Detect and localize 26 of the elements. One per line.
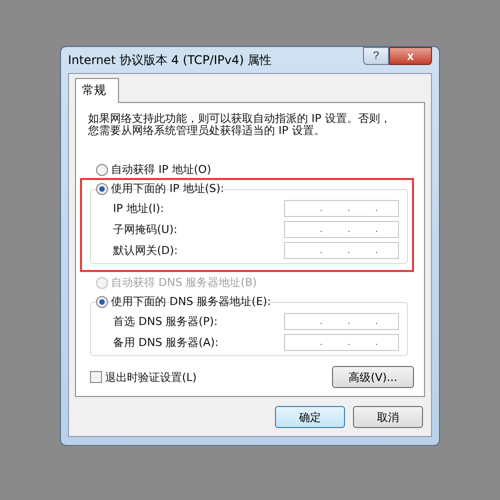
checkbox[interactable] bbox=[90, 371, 102, 383]
radio-button[interactable] bbox=[96, 182, 108, 194]
field-label: 子网掩码(U): bbox=[113, 222, 178, 237]
field-label: 默认网关(D): bbox=[113, 243, 178, 258]
help-button[interactable]: ? bbox=[363, 47, 389, 65]
advanced-button[interactable]: 高级(V)... bbox=[332, 366, 414, 388]
ip-address-field[interactable]: . . . bbox=[284, 221, 399, 238]
radio-label[interactable]: 自动获得 IP 地址(O) bbox=[111, 162, 212, 177]
field-label: 备用 DNS 服务器(A): bbox=[113, 335, 218, 350]
checkbox-label[interactable]: 退出时验证设置(L) bbox=[105, 370, 197, 384]
window-title: Internet 协议版本 4 (TCP/IPv4) 属性 bbox=[68, 52, 272, 68]
radio-label[interactable]: 使用下面的 DNS 服务器地址(E): bbox=[111, 294, 271, 309]
ip-address-field[interactable]: . . . bbox=[284, 334, 399, 351]
radio-button[interactable] bbox=[96, 164, 108, 176]
radio-label[interactable]: 使用下面的 IP 地址(S): bbox=[111, 181, 224, 196]
field-label: IP 地址(I): bbox=[113, 201, 164, 216]
ip-address-field[interactable]: . . . bbox=[284, 313, 399, 330]
field-label: 首选 DNS 服务器(P): bbox=[113, 314, 218, 329]
tab[interactable]: 常规 bbox=[75, 78, 119, 103]
dialog-button[interactable]: 取消 bbox=[353, 406, 423, 428]
radio-button[interactable] bbox=[96, 296, 108, 308]
dialog-button[interactable]: 确定 bbox=[275, 406, 345, 428]
description-text: 如果网络支持此功能，则可以获取自动指派的 IP 设置。否则，您需要从网络系统管理员处获得适当的 IP 设置。 bbox=[88, 113, 392, 137]
ip-address-field[interactable]: . . . bbox=[284, 242, 399, 259]
close-button[interactable]: x bbox=[389, 47, 432, 65]
ip-address-field[interactable]: . . . bbox=[284, 200, 399, 217]
